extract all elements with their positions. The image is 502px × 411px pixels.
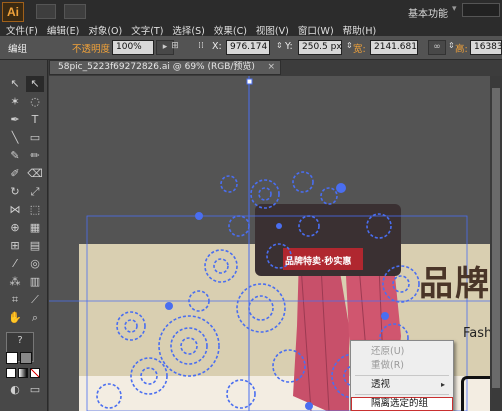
app-logo: Ai [2,2,24,22]
type-tool-icon[interactable]: T [26,112,44,128]
slice-tool-icon[interactable]: ⟋ [26,292,44,308]
submenu-arrow-icon: ▸ [440,380,445,389]
mesh-tool-icon[interactable]: ⊞ [6,238,24,254]
menu-window[interactable]: 窗口(W) [298,23,334,37]
blend-tool-icon[interactable]: ◎ [26,256,44,272]
none-mode-icon[interactable] [30,368,40,378]
context-menu-perspective-label: 透视 [371,379,391,390]
height-label: 高: [455,44,468,55]
height-field[interactable]: 16383 px [470,40,502,55]
menu-help[interactable]: 帮助(H) [343,23,377,37]
screen-mode-icon[interactable]: ▭ [26,382,44,398]
align-icon[interactable]: ⊞ [166,40,184,55]
blob-brush-tool-icon[interactable]: ✐ [6,166,24,182]
workspace-switcher[interactable]: 基本功能 [408,5,448,20]
context-menu-separator [355,375,449,376]
x-stepper-icon[interactable]: ⇕ [276,41,283,50]
bridge-icon[interactable] [36,4,56,19]
width-field[interactable]: 2141.681 [370,40,418,55]
menu-type[interactable]: 文字(T) [131,23,163,37]
menu-file[interactable]: 文件(F) [6,23,38,37]
context-menu-perspective[interactable]: 透视 ▸ [351,378,453,392]
h-stepper-icon[interactable]: ⇕ [448,41,455,50]
menu-effect[interactable]: 效果(C) [214,23,247,37]
context-menu-separator [355,394,449,395]
shape-builder-tool-icon[interactable]: ⊕ [6,220,24,236]
menu-edit[interactable]: 编辑(E) [47,23,79,37]
pen-tool-icon[interactable]: ✒ [6,112,24,128]
chevron-down-icon[interactable]: ▾ [452,4,457,14]
search-input[interactable] [462,3,500,17]
eraser-tool-icon[interactable]: ⌫ [26,166,44,182]
direct-selection-tool-icon[interactable]: ↖ [26,76,44,92]
zoom-tool-icon[interactable]: ⌕ [26,310,44,326]
control-bar: 编组 不透明度 100% ▸ ⊞ ⁞⁞ X: 976.174 ⇕ Y: 250.… [0,36,502,60]
y-field[interactable]: 250.5 px [298,40,342,55]
eyedropper-tool-icon[interactable]: ⁄ [6,256,24,272]
context-menu-redo[interactable]: 重做(R) [351,359,453,373]
document-tab[interactable]: 58pic_5223f69272826.ai @ 69% (RGB/预览) × [49,60,281,75]
document-tab-title: 58pic_5223f69272826.ai @ 69% (RGB/预览) [58,62,255,72]
color-mode-icon[interactable] [6,368,16,378]
selection-handle[interactable] [246,78,253,85]
line-tool-icon[interactable]: ╲ [6,130,24,146]
gradient-mode-icon[interactable] [18,368,28,378]
width-tool-icon[interactable]: ⋈ [6,202,24,218]
app-menubar: Ai 基本功能 ▾ 文件(F) 编辑(E) 对象(O) 文字(T) 选择(S) … [0,0,502,37]
gradient-tool-icon[interactable]: ▤ [26,238,44,254]
x-label: X: [212,41,222,52]
opacity-field[interactable]: 100% [112,40,154,55]
vertical-scrollbar[interactable] [490,76,502,411]
tools-panel: ↖ ↖ ✶ ◌ ✒ T ╲ ▭ ✎ ✏ ✐ ⌫ ↻ ⤢ ⋈ ⬚ ⊕ ▦ ⊞ ▤ … [0,60,48,411]
free-transform-tool-icon[interactable]: ⬚ [26,202,44,218]
context-menu-undo[interactable]: 还原(U) [351,345,453,359]
main-menu: 文件(F) 编辑(E) 对象(O) 文字(T) 选择(S) 效果(C) 视图(V… [6,23,385,37]
constrain-proportions-icon[interactable]: ∞ [428,40,446,55]
fashion-text: Fash [463,326,490,341]
scrollbar-thumb[interactable] [492,88,500,388]
close-icon[interactable]: × [267,61,275,74]
menu-select[interactable]: 选择(S) [172,23,204,37]
symbol-sprayer-tool-icon[interactable]: ⁂ [6,274,24,290]
opacity-label[interactable]: 不透明度 [72,41,110,55]
pencil-tool-icon[interactable]: ✏ [26,148,44,164]
brand-heading: 品牌 [419,264,490,304]
stroke-swatch[interactable] [20,352,32,364]
context-menu-isolate-group[interactable]: 隔离选定的组 [351,397,453,411]
artboard-tool-icon[interactable]: ⌗ [6,292,24,308]
selection-type-label: 编组 [8,44,28,55]
menu-view[interactable]: 视图(V) [256,23,289,37]
draw-mode-icon[interactable]: ◐ [6,382,24,398]
selection-tool-icon[interactable]: ↖ [6,76,24,92]
perspective-grid-tool-icon[interactable]: ▦ [26,220,44,236]
width-label: 宽: [353,44,366,55]
hand-tool-icon[interactable]: ✋ [6,310,24,326]
x-field[interactable]: 976.174 [226,40,270,55]
fill-swatch[interactable] [6,352,18,364]
lasso-tool-icon[interactable]: ◌ [26,94,44,110]
menu-object[interactable]: 对象(O) [88,23,122,37]
y-label: Y: [285,41,293,52]
arrange-documents-icon[interactable] [64,4,86,19]
scale-tool-icon[interactable]: ⤢ [26,184,44,200]
column-graph-tool-icon[interactable]: ▥ [26,274,44,290]
banner-text: 品牌特卖·秒实惠 [285,257,352,267]
paintbrush-tool-icon[interactable]: ✎ [6,148,24,164]
context-menu: 还原(U) 重做(R) 透视 ▸ 隔离选定的组 [350,340,454,411]
rotate-tool-icon[interactable]: ↻ [6,184,24,200]
frame-shape [461,376,490,411]
rectangle-tool-icon[interactable]: ▭ [26,130,44,146]
y-stepper-icon[interactable]: ⇕ [346,41,353,50]
magic-wand-tool-icon[interactable]: ✶ [6,94,24,110]
reference-point-icon[interactable]: ⁞⁞ [192,40,210,55]
